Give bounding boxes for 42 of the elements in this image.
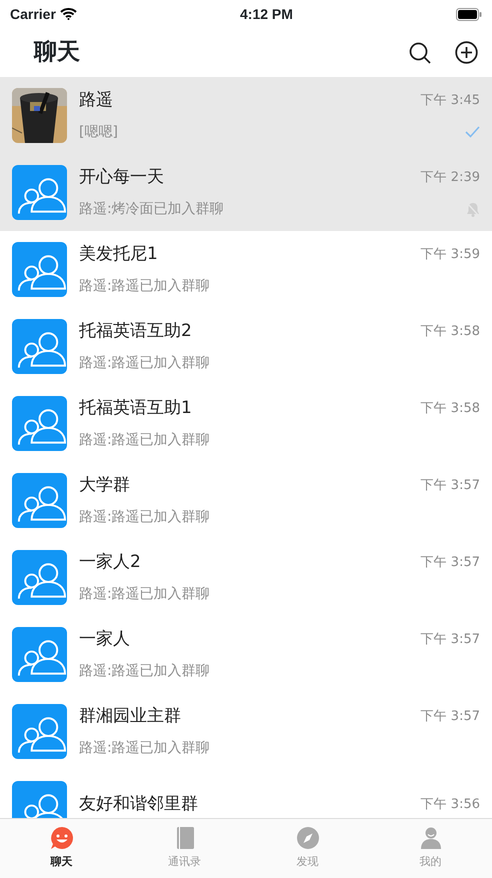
chat-row[interactable]: 路遥 下午 3:45 [嗯嗯]: [0, 77, 492, 154]
chat-name: 路遥: [79, 89, 113, 112]
compass-icon: [296, 826, 320, 850]
chat-preview: 路遥:路遥已加入群聊: [79, 662, 210, 681]
chat-preview: 路遥:路遥已加入群聊: [79, 738, 210, 758]
chat-preview: 路遥:路遥已加入群聊: [79, 354, 210, 373]
chat-preview: 路遥:路遥已加入群聊: [79, 508, 210, 527]
chat-preview: 路遥:路遥已加入群聊: [79, 430, 210, 450]
page-title: 聊天: [34, 38, 80, 68]
chat-preview: 路遥:路遥已加入群聊: [79, 276, 210, 296]
tab-button[interactable]: 聊天: [0, 819, 123, 878]
person-icon: [418, 826, 442, 850]
chat-name: 开心每一天: [79, 166, 164, 190]
chat-name: 托福英语互助1: [79, 397, 192, 420]
status-time: 4:12 PM: [240, 4, 293, 24]
chat-bubble-icon: [50, 826, 74, 850]
chat-name: 美发托尼1: [79, 243, 158, 266]
battery-icon: [456, 8, 482, 20]
chat-time: 下午 3:57: [420, 708, 480, 726]
chat-time: 下午 3:45: [420, 92, 480, 110]
chat-name: 托福英语互助2: [79, 320, 192, 344]
chat-time: 下午 3:57: [420, 477, 480, 496]
add-icon[interactable]: [455, 41, 478, 64]
wifi-icon: [60, 8, 77, 20]
carrier-label: Carrier: [10, 4, 56, 24]
search-icon[interactable]: [409, 42, 431, 64]
chat-row[interactable]: 开心每一天 下午 2:39 路遥:烤冷面已加入群聊: [0, 154, 492, 231]
chat-name: 友好和谐邻里群: [79, 792, 198, 816]
chat-name: 群湘园业主群: [79, 705, 181, 728]
chat-time: 下午 3:58: [420, 323, 480, 342]
chat-time: 下午 3:58: [420, 400, 480, 418]
chat-preview: 路遥:路遥已加入群聊: [79, 584, 210, 604]
chat-preview: [嗯嗯]: [79, 122, 118, 142]
chat-name: 一家人2: [79, 551, 141, 574]
chat-name: 一家人: [79, 628, 130, 652]
chat-name: 大学群: [79, 474, 130, 498]
chat-time: 下午 3:59: [420, 246, 480, 264]
chat-time: 下午 3:57: [420, 554, 480, 572]
chat-time: 下午 2:39: [420, 169, 480, 188]
chat-time: 下午 3:56: [420, 796, 480, 814]
chat-preview: 路遥:烤冷面已加入群聊: [79, 200, 224, 219]
chat-time: 下午 3:57: [420, 631, 480, 650]
